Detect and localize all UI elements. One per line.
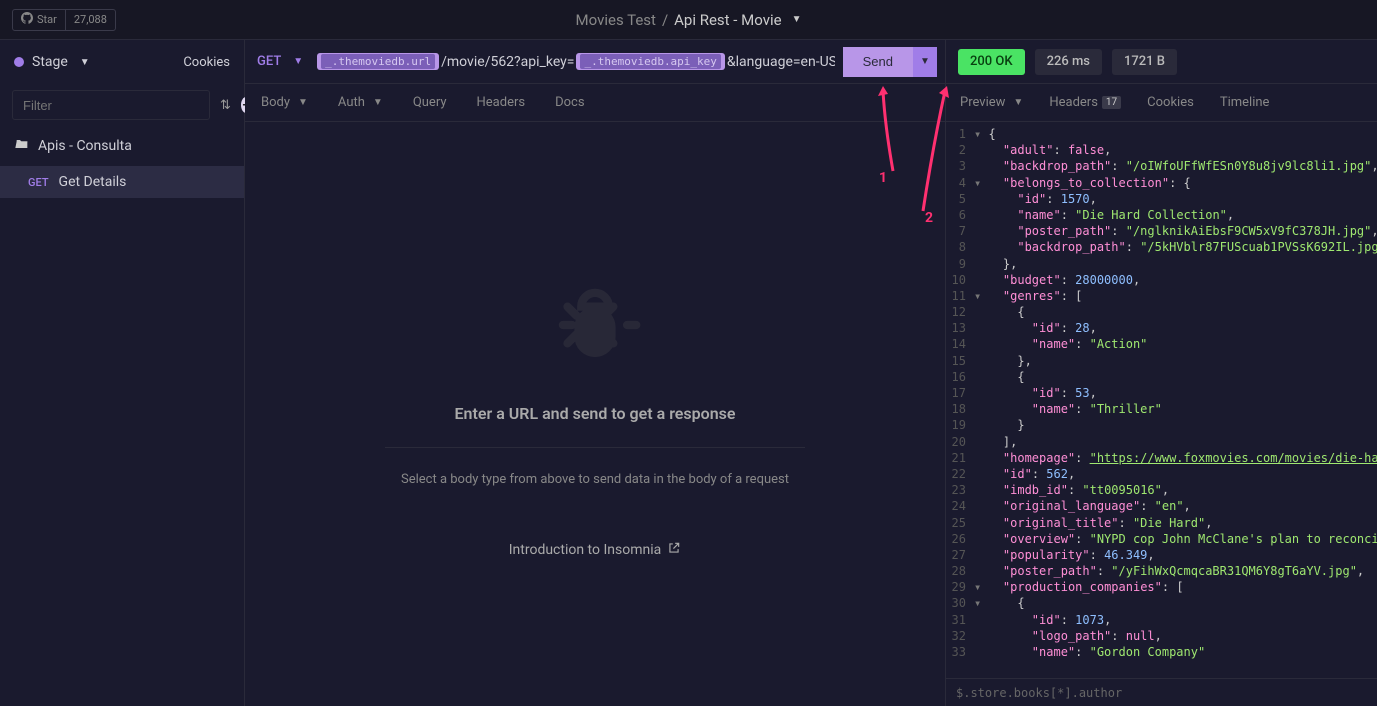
chevron-down-icon: ▼	[1013, 97, 1023, 108]
folder-open-icon	[14, 136, 30, 156]
tab-auth[interactable]: Auth ▼	[338, 95, 383, 110]
tab-timeline[interactable]: Timeline	[1220, 95, 1270, 110]
tab-query[interactable]: Query	[413, 95, 447, 110]
env-variable-chip[interactable]: _.themoviedb.api_key	[576, 53, 724, 70]
annotation-arrow-1	[865, 86, 905, 176]
url-input[interactable]: _.themoviedb.url/movie/562?api_key=_.the…	[315, 53, 834, 70]
method-selector[interactable]: GET ▼	[257, 54, 315, 69]
annotation-label-1: 1	[879, 170, 887, 186]
tab-preview[interactable]: Preview ▼	[960, 95, 1023, 110]
request-item[interactable]: GET Get Details	[0, 166, 244, 198]
annotation-arrow-2	[915, 86, 955, 216]
response-panel: 200 OK 226 ms 1721 B Preview ▼ Headers 1…	[945, 40, 1377, 706]
request-method-label: GET	[28, 176, 49, 189]
response-body-viewer[interactable]: 1▾ {2 "adult": false,3 "backdrop_path": …	[946, 122, 1377, 678]
chevron-down-icon: ▼	[293, 56, 303, 67]
size-badge: 1721 B	[1112, 49, 1177, 75]
github-star-label: Star	[37, 13, 57, 26]
filter-input[interactable]	[12, 90, 210, 120]
annotation-label-2: 2	[925, 210, 933, 226]
sort-icon[interactable]: ⇅	[220, 98, 231, 113]
response-tabs: Preview ▼ Headers 17 Cookies Timeline	[946, 84, 1377, 122]
empty-state-title: Enter a URL and send to get a response	[455, 404, 736, 423]
intro-link[interactable]: Introduction to Insomnia	[509, 541, 682, 559]
github-star-button[interactable]: Star 27,088	[12, 9, 116, 31]
status-badge: 200 OK	[958, 49, 1025, 75]
tab-cookies[interactable]: Cookies	[1147, 95, 1194, 110]
tab-docs[interactable]: Docs	[555, 95, 584, 110]
github-star-count: 27,088	[65, 10, 115, 30]
tab-headers[interactable]: Headers 17	[1049, 95, 1121, 110]
breadcrumb-workspace: Movies Test	[576, 11, 656, 29]
request-name-label: Get Details	[59, 174, 127, 190]
chevron-down-icon: ▼	[792, 14, 802, 25]
send-dropdown-button[interactable]: ▼	[913, 47, 937, 77]
request-tabs: Body ▼ Auth ▼ Query Headers Docs	[245, 84, 945, 122]
empty-state-subtitle: Select a body type from above to send da…	[401, 472, 789, 487]
sidebar: Stage ▼ Cookies ⇅ +▼ Apis - Consulta GET…	[0, 40, 245, 706]
top-bar: Star 27,088 Movies Test / Api Rest - Mov…	[0, 0, 1377, 40]
breadcrumb[interactable]: Movies Test / Api Rest - Movie ▼	[576, 11, 802, 29]
cookies-button[interactable]: Cookies	[183, 55, 230, 70]
time-badge: 226 ms	[1035, 49, 1102, 75]
environment-dot-icon	[14, 57, 24, 67]
chevron-down-icon: ▼	[80, 57, 90, 68]
folder-label: Apis - Consulta	[38, 138, 132, 154]
environment-selector[interactable]: Stage ▼	[14, 54, 90, 70]
jsonpath-input[interactable]: $.store.books[*].author	[946, 678, 1377, 706]
send-button[interactable]: Send	[843, 47, 913, 77]
github-icon	[21, 12, 33, 27]
external-link-icon	[667, 541, 681, 559]
divider	[385, 447, 805, 448]
request-panel: GET ▼ _.themoviedb.url/movie/562?api_key…	[245, 40, 945, 706]
headers-count-badge: 17	[1102, 96, 1121, 109]
environment-label: Stage	[32, 54, 68, 70]
env-variable-chip[interactable]: _.themoviedb.url	[317, 53, 439, 70]
chevron-down-icon: ▼	[298, 97, 308, 108]
folder-item[interactable]: Apis - Consulta	[0, 126, 244, 166]
breadcrumb-request: Api Rest - Movie	[674, 11, 781, 29]
chevron-down-icon: ▼	[373, 97, 383, 108]
tab-body[interactable]: Body ▼	[261, 95, 308, 110]
request-body-empty-state: Enter a URL and send to get a response S…	[245, 122, 945, 706]
tab-headers[interactable]: Headers	[477, 95, 526, 110]
bug-icon	[540, 270, 650, 380]
